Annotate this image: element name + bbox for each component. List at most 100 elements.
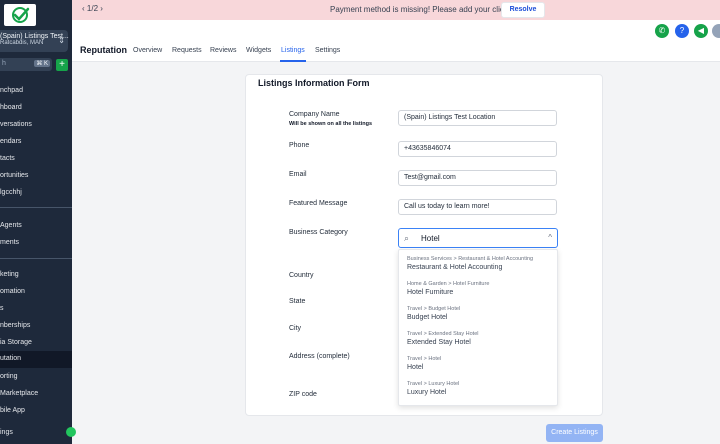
list-item[interactable]: Travel > Budget Hotel Budget Hotel xyxy=(407,306,557,321)
company-name-label: Company Name xyxy=(289,111,340,118)
email-label: Email xyxy=(289,171,307,178)
sidebar-search[interactable]: h ⌘ K xyxy=(0,58,52,71)
sidebar-item-label: ings xyxy=(0,429,13,436)
city-label: City xyxy=(289,325,302,332)
tab-reviews[interactable]: Reviews xyxy=(210,47,236,54)
bell-icon[interactable] xyxy=(712,24,720,38)
chevron-left-icon[interactable]: ‹ xyxy=(82,4,85,13)
shortcut-badge: ⌘ K xyxy=(34,60,50,67)
sidebar-item-sites[interactable]: s xyxy=(0,301,72,318)
sidebar-item-app-marketplace[interactable]: Marketplace xyxy=(0,386,72,403)
sidebar-item-mobile-app[interactable]: bile App xyxy=(0,403,72,420)
option-path: Travel > Luxury Hotel xyxy=(407,381,460,387)
sidebar-item-label: nchpad xyxy=(0,87,23,94)
sidebar-item-label: tacts xyxy=(0,155,15,162)
sidebar-item-calendars[interactable]: endars xyxy=(0,134,72,151)
tab-requests[interactable]: Requests xyxy=(172,47,202,54)
active-tab-indicator xyxy=(280,60,306,62)
sidebar-item-automation[interactable]: omation xyxy=(0,284,72,301)
sidebar-item-label: ia Storage xyxy=(0,339,32,346)
phone-icon[interactable]: ✆ xyxy=(655,24,669,38)
list-item[interactable]: Travel > Luxury Hotel Luxury Hotel xyxy=(407,381,557,396)
sidebar-item-contacts[interactable]: tacts xyxy=(0,151,72,168)
country-label: Country xyxy=(289,272,314,279)
list-item[interactable]: Home & Garden > Hotel Furniture Hotel Fu… xyxy=(407,281,557,296)
option-name: Restaurant & Hotel Accounting xyxy=(407,264,503,271)
sidebar-item-label: utation xyxy=(0,355,22,362)
banner-page-count: 1/2 xyxy=(86,4,99,13)
check-logo-icon xyxy=(12,7,30,23)
sidebar-item-reputation[interactable]: utation xyxy=(0,351,72,368)
company-name-hint: Will be shown on all the listings xyxy=(289,121,373,127)
option-path: Business Services > Restaurant & Hotel A… xyxy=(407,256,534,262)
email-input[interactable]: Test@gmail.com xyxy=(398,170,557,186)
chevron-up-icon[interactable]: ^ xyxy=(548,233,552,242)
option-path: Travel > Budget Hotel xyxy=(407,306,461,312)
payment-banner: ‹ 1/2 › Payment method is missing! Pleas… xyxy=(72,0,720,20)
megaphone-icon[interactable]: ◀ xyxy=(694,24,708,38)
list-item[interactable]: Travel > Extended Stay Hotel Extended St… xyxy=(407,331,557,346)
sidebar-item-conversations[interactable]: versations xyxy=(0,117,72,134)
category-dropdown: Business Services > Restaurant & Hotel A… xyxy=(398,249,558,406)
tab-overview[interactable]: Overview xyxy=(133,47,162,54)
sidebar-item-marketing[interactable]: keting xyxy=(0,267,72,284)
sidebar-item-media-storage[interactable]: ia Storage xyxy=(0,335,72,352)
tab-settings[interactable]: Settings xyxy=(315,47,340,54)
online-status-dot xyxy=(66,427,76,437)
state-label: State xyxy=(289,298,306,305)
sidebar-item-label: hboard xyxy=(0,104,22,111)
featured-message-input[interactable]: Call us today to learn more! xyxy=(398,199,557,215)
switch-icon: ⇕ xyxy=(58,36,65,45)
sidebar-item-label: bile App xyxy=(0,407,25,414)
business-category-search[interactable]: Hotel xyxy=(421,234,440,243)
sidebar-item-memberships[interactable]: nberships xyxy=(0,318,72,335)
sidebar-item-label: endars xyxy=(0,138,22,145)
sidebar-item-label: lgcchhj xyxy=(0,189,22,196)
create-listings-button[interactable]: Create Listings xyxy=(546,424,603,442)
option-name: Extended Stay Hotel xyxy=(407,339,471,346)
location-switcher[interactable]: (Spain) Listings Test... Ratcabdis, MAN … xyxy=(0,30,69,52)
sidebar-divider xyxy=(0,258,72,259)
sidebar-item-label: omation xyxy=(0,288,25,295)
sidebar-item-reporting[interactable]: orting xyxy=(0,369,72,386)
option-path: Home & Garden > Hotel Furniture xyxy=(407,281,490,287)
list-item[interactable]: Travel > Hotel Hotel xyxy=(407,356,557,371)
address-label: Address (complete) xyxy=(289,353,350,360)
list-item[interactable]: Business Services > Restaurant & Hotel A… xyxy=(407,256,557,271)
option-name: Hotel Furniture xyxy=(407,289,454,296)
option-name: Budget Hotel xyxy=(407,314,448,321)
company-name-input[interactable]: (Spain) Listings Test Location xyxy=(398,110,557,126)
sidebar-item-launchpad[interactable]: nchpad xyxy=(0,83,72,100)
tab-listings[interactable]: Listings xyxy=(281,47,305,54)
business-category-label: Business Category xyxy=(289,229,348,236)
sidebar-item-label: ortunities xyxy=(0,172,29,179)
sidebar-item-agents[interactable]: Agents xyxy=(0,218,72,235)
quick-add-button[interactable]: + xyxy=(56,59,68,71)
sidebar-item-label: Agents xyxy=(0,222,22,229)
help-icon[interactable]: ? xyxy=(675,24,689,38)
resolve-button[interactable]: Resolve xyxy=(501,2,545,18)
phone-input[interactable]: +43635846074 xyxy=(398,141,557,157)
option-path: Travel > Extended Stay Hotel xyxy=(407,331,479,337)
sidebar-item-opportunities[interactable]: ortunities xyxy=(0,168,72,185)
sidebar-search-placeholder: h xyxy=(2,60,6,67)
sidebar-item-settings[interactable]: ings xyxy=(0,425,72,442)
sidebar: (Spain) Listings Test... Ratcabdis, MAN … xyxy=(0,0,72,444)
chevron-right-icon[interactable]: › xyxy=(100,4,103,13)
option-name: Luxury Hotel xyxy=(407,389,447,396)
sidebar-item-label: s xyxy=(0,305,4,312)
sidebar-item-custom[interactable]: lgcchhj xyxy=(0,185,72,202)
business-category-select[interactable]: ⌕ Hotel ^ xyxy=(398,228,558,248)
banner-pager: ‹ 1/2 › xyxy=(82,4,103,13)
tab-widgets[interactable]: Widgets xyxy=(246,47,271,54)
sidebar-item-dashboard[interactable]: hboard xyxy=(0,100,72,117)
phone-label: Phone xyxy=(289,142,310,149)
app-logo[interactable] xyxy=(4,4,36,26)
form-title: Listings Information Form xyxy=(258,78,370,88)
page-title: Reputation xyxy=(80,45,127,55)
sidebar-item-payments[interactable]: ments xyxy=(0,235,72,252)
option-name: Hotel xyxy=(407,364,424,371)
sidebar-item-label: keting xyxy=(0,271,19,278)
sidebar-item-label: nberships xyxy=(0,322,31,329)
sidebar-item-label: Marketplace xyxy=(0,390,39,397)
